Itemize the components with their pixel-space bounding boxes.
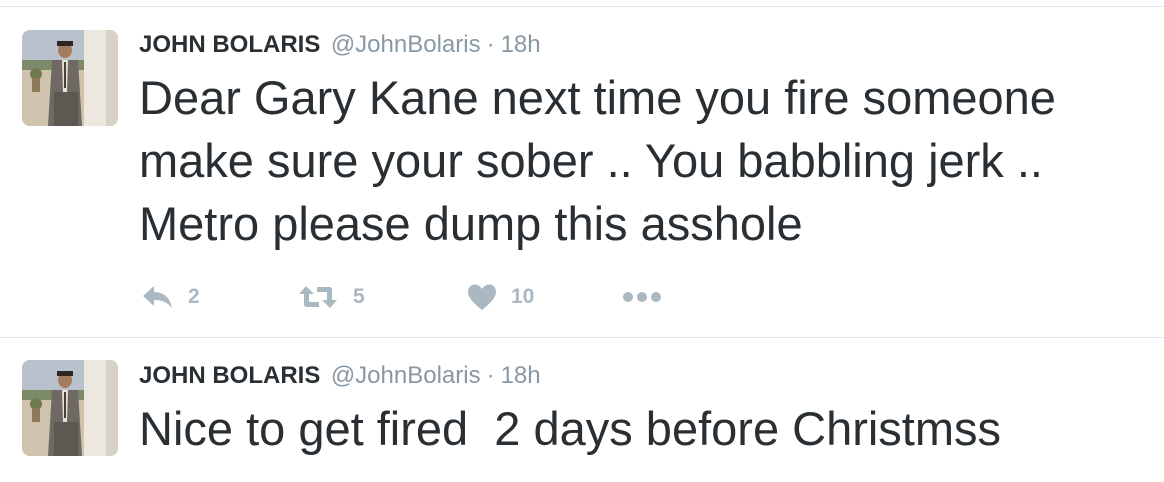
retweet-count: 5 (353, 285, 365, 308)
author-name[interactable]: JOHN BOLARIS (139, 362, 320, 389)
tweet: JOHN BOLARIS @JohnBolaris · 18h Dear Gary … (0, 7, 1164, 337)
author-name[interactable]: JOHN BOLARIS (139, 31, 320, 58)
tweet-timestamp[interactable]: 18h (501, 31, 541, 58)
heart-icon (468, 284, 496, 310)
reply-arrow-icon (143, 286, 172, 308)
tweet: JOHN BOLARIS @JohnBolaris · 18h Nice to ge… (0, 338, 1164, 482)
author-handle[interactable]: @JohnBolaris (331, 31, 481, 58)
retweet-icon (299, 286, 337, 308)
more-dots-icon (623, 292, 661, 302)
tweet-timestamp[interactable]: 18h (501, 362, 541, 389)
header-separator: · (486, 31, 495, 58)
avatar[interactable] (22, 30, 118, 126)
tweet-actions: 2 5 10 (142, 279, 682, 315)
profile-photo (22, 30, 118, 126)
like-count: 10 (511, 285, 535, 308)
author-handle[interactable]: @JohnBolaris (331, 362, 481, 389)
more-button[interactable] (622, 279, 662, 315)
tweet-header: JOHN BOLARIS @JohnBolaris · 18h (139, 359, 541, 393)
tweet-header: JOHN BOLARIS @JohnBolaris · 18h (139, 28, 541, 62)
like-button[interactable]: 10 (467, 279, 534, 315)
tweet-text: Dear Gary Kane next time you fire someon… (139, 71, 1056, 250)
header-separator: · (486, 362, 495, 389)
avatar[interactable] (22, 360, 118, 456)
reply-count: 2 (188, 285, 200, 308)
profile-photo (22, 360, 118, 456)
retweet-button[interactable]: 5 (297, 279, 365, 315)
tweet-text: Nice to get fired 2 days before Christms… (139, 402, 1002, 455)
reply-button[interactable]: 2 (142, 279, 200, 315)
